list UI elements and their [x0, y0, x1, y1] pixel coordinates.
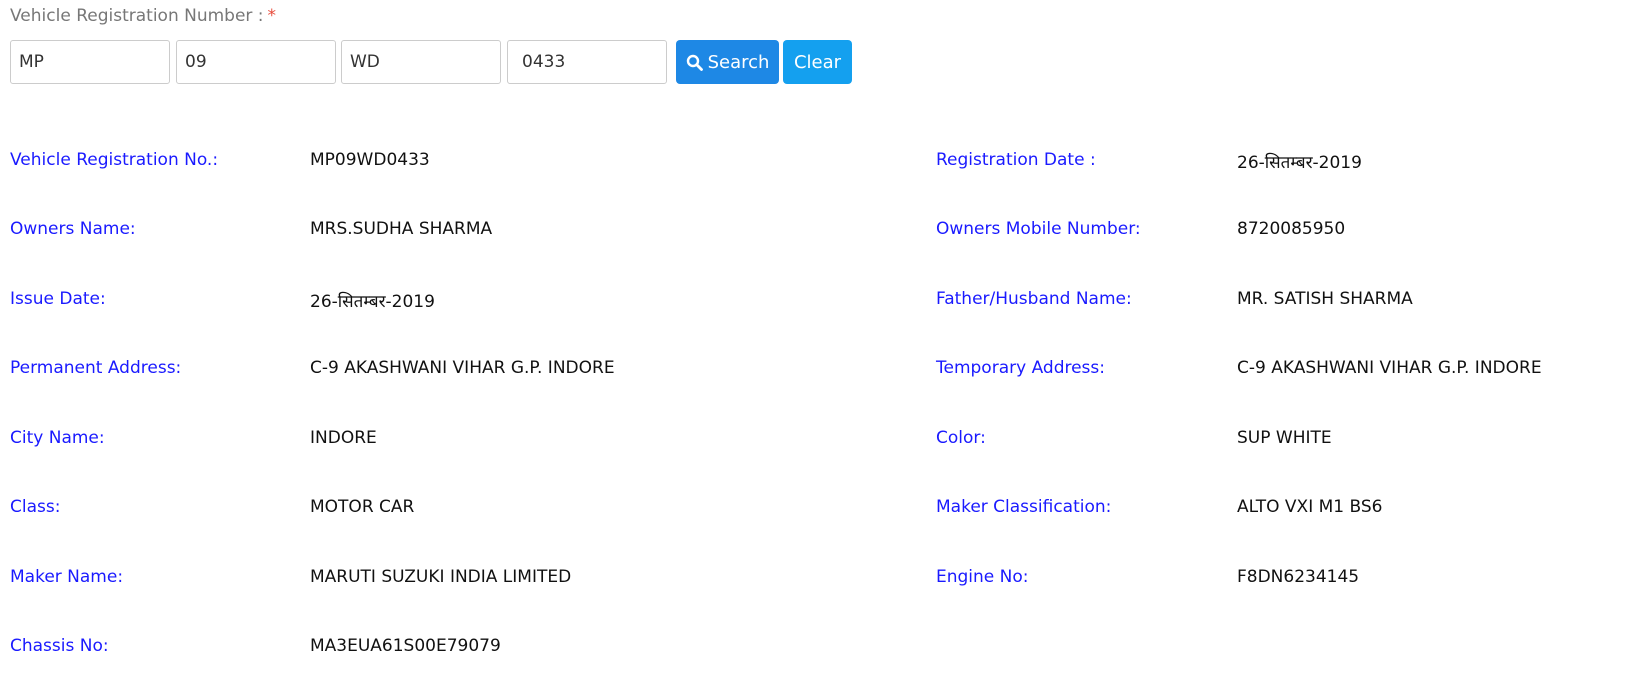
label-temporary-address: Temporary Address:: [936, 358, 1105, 378]
value-class: MOTOR CAR: [310, 497, 415, 517]
label-father-husband-name: Father/Husband Name:: [936, 289, 1132, 309]
reg-part-state-input[interactable]: [10, 40, 170, 84]
label-owners-mobile-number: Owners Mobile Number:: [936, 219, 1141, 239]
label-vehicle-registration-no: Vehicle Registration No.:: [10, 150, 219, 170]
label-color: Color:: [936, 428, 986, 448]
search-button-label: Search: [707, 51, 770, 73]
value-maker-classification: ALTO VXI M1 BS6: [1237, 497, 1383, 517]
value-vehicle-registration-no: MP09WD0433: [310, 150, 430, 170]
value-owners-name: MRS.SUDHA SHARMA: [310, 219, 493, 239]
label-registration-date: Registration Date :: [936, 150, 1096, 170]
label-class: Class:: [10, 497, 61, 517]
value-temporary-address: C-9 AKASHWANI VIHAR G.P. INDORE: [1237, 358, 1542, 378]
reg-part-number-input[interactable]: [507, 40, 667, 84]
value-maker-name: MARUTI SUZUKI INDIA LIMITED: [310, 567, 572, 587]
label-chassis-no: Chassis No:: [10, 636, 109, 656]
label-permanent-address: Permanent Address:: [10, 358, 182, 378]
clear-button[interactable]: Clear: [783, 40, 852, 84]
label-city-name: City Name:: [10, 428, 105, 448]
value-issue-date: 26-सितम्बर-2019: [310, 292, 435, 312]
value-registration-date: 26-सितम्बर-2019: [1237, 153, 1362, 173]
value-chassis-no: MA3EUA61S00E79079: [310, 636, 501, 656]
value-permanent-address: C-9 AKASHWANI VIHAR G.P. INDORE: [310, 358, 615, 378]
value-city-name: INDORE: [310, 428, 377, 448]
label-issue-date: Issue Date:: [10, 289, 106, 309]
registration-label-text: Vehicle Registration Number :: [10, 6, 264, 26]
required-mark: *: [267, 6, 277, 26]
label-maker-classification: Maker Classification:: [936, 497, 1112, 517]
label-owners-name: Owners Name:: [10, 219, 136, 239]
search-button[interactable]: Search: [676, 40, 779, 84]
search-icon: [686, 54, 703, 71]
value-color: SUP WHITE: [1237, 428, 1332, 448]
label-maker-name: Maker Name:: [10, 567, 124, 587]
registration-form-label: Vehicle Registration Number : *: [10, 6, 276, 26]
reg-part-district-input[interactable]: [176, 40, 336, 84]
value-engine-no: F8DN6234145: [1237, 567, 1360, 587]
value-father-husband-name: MR. SATISH SHARMA: [1237, 289, 1413, 309]
label-engine-no: Engine No:: [936, 567, 1029, 587]
reg-part-series-input[interactable]: [341, 40, 501, 84]
value-owners-mobile-number: 8720085950: [1237, 219, 1346, 239]
